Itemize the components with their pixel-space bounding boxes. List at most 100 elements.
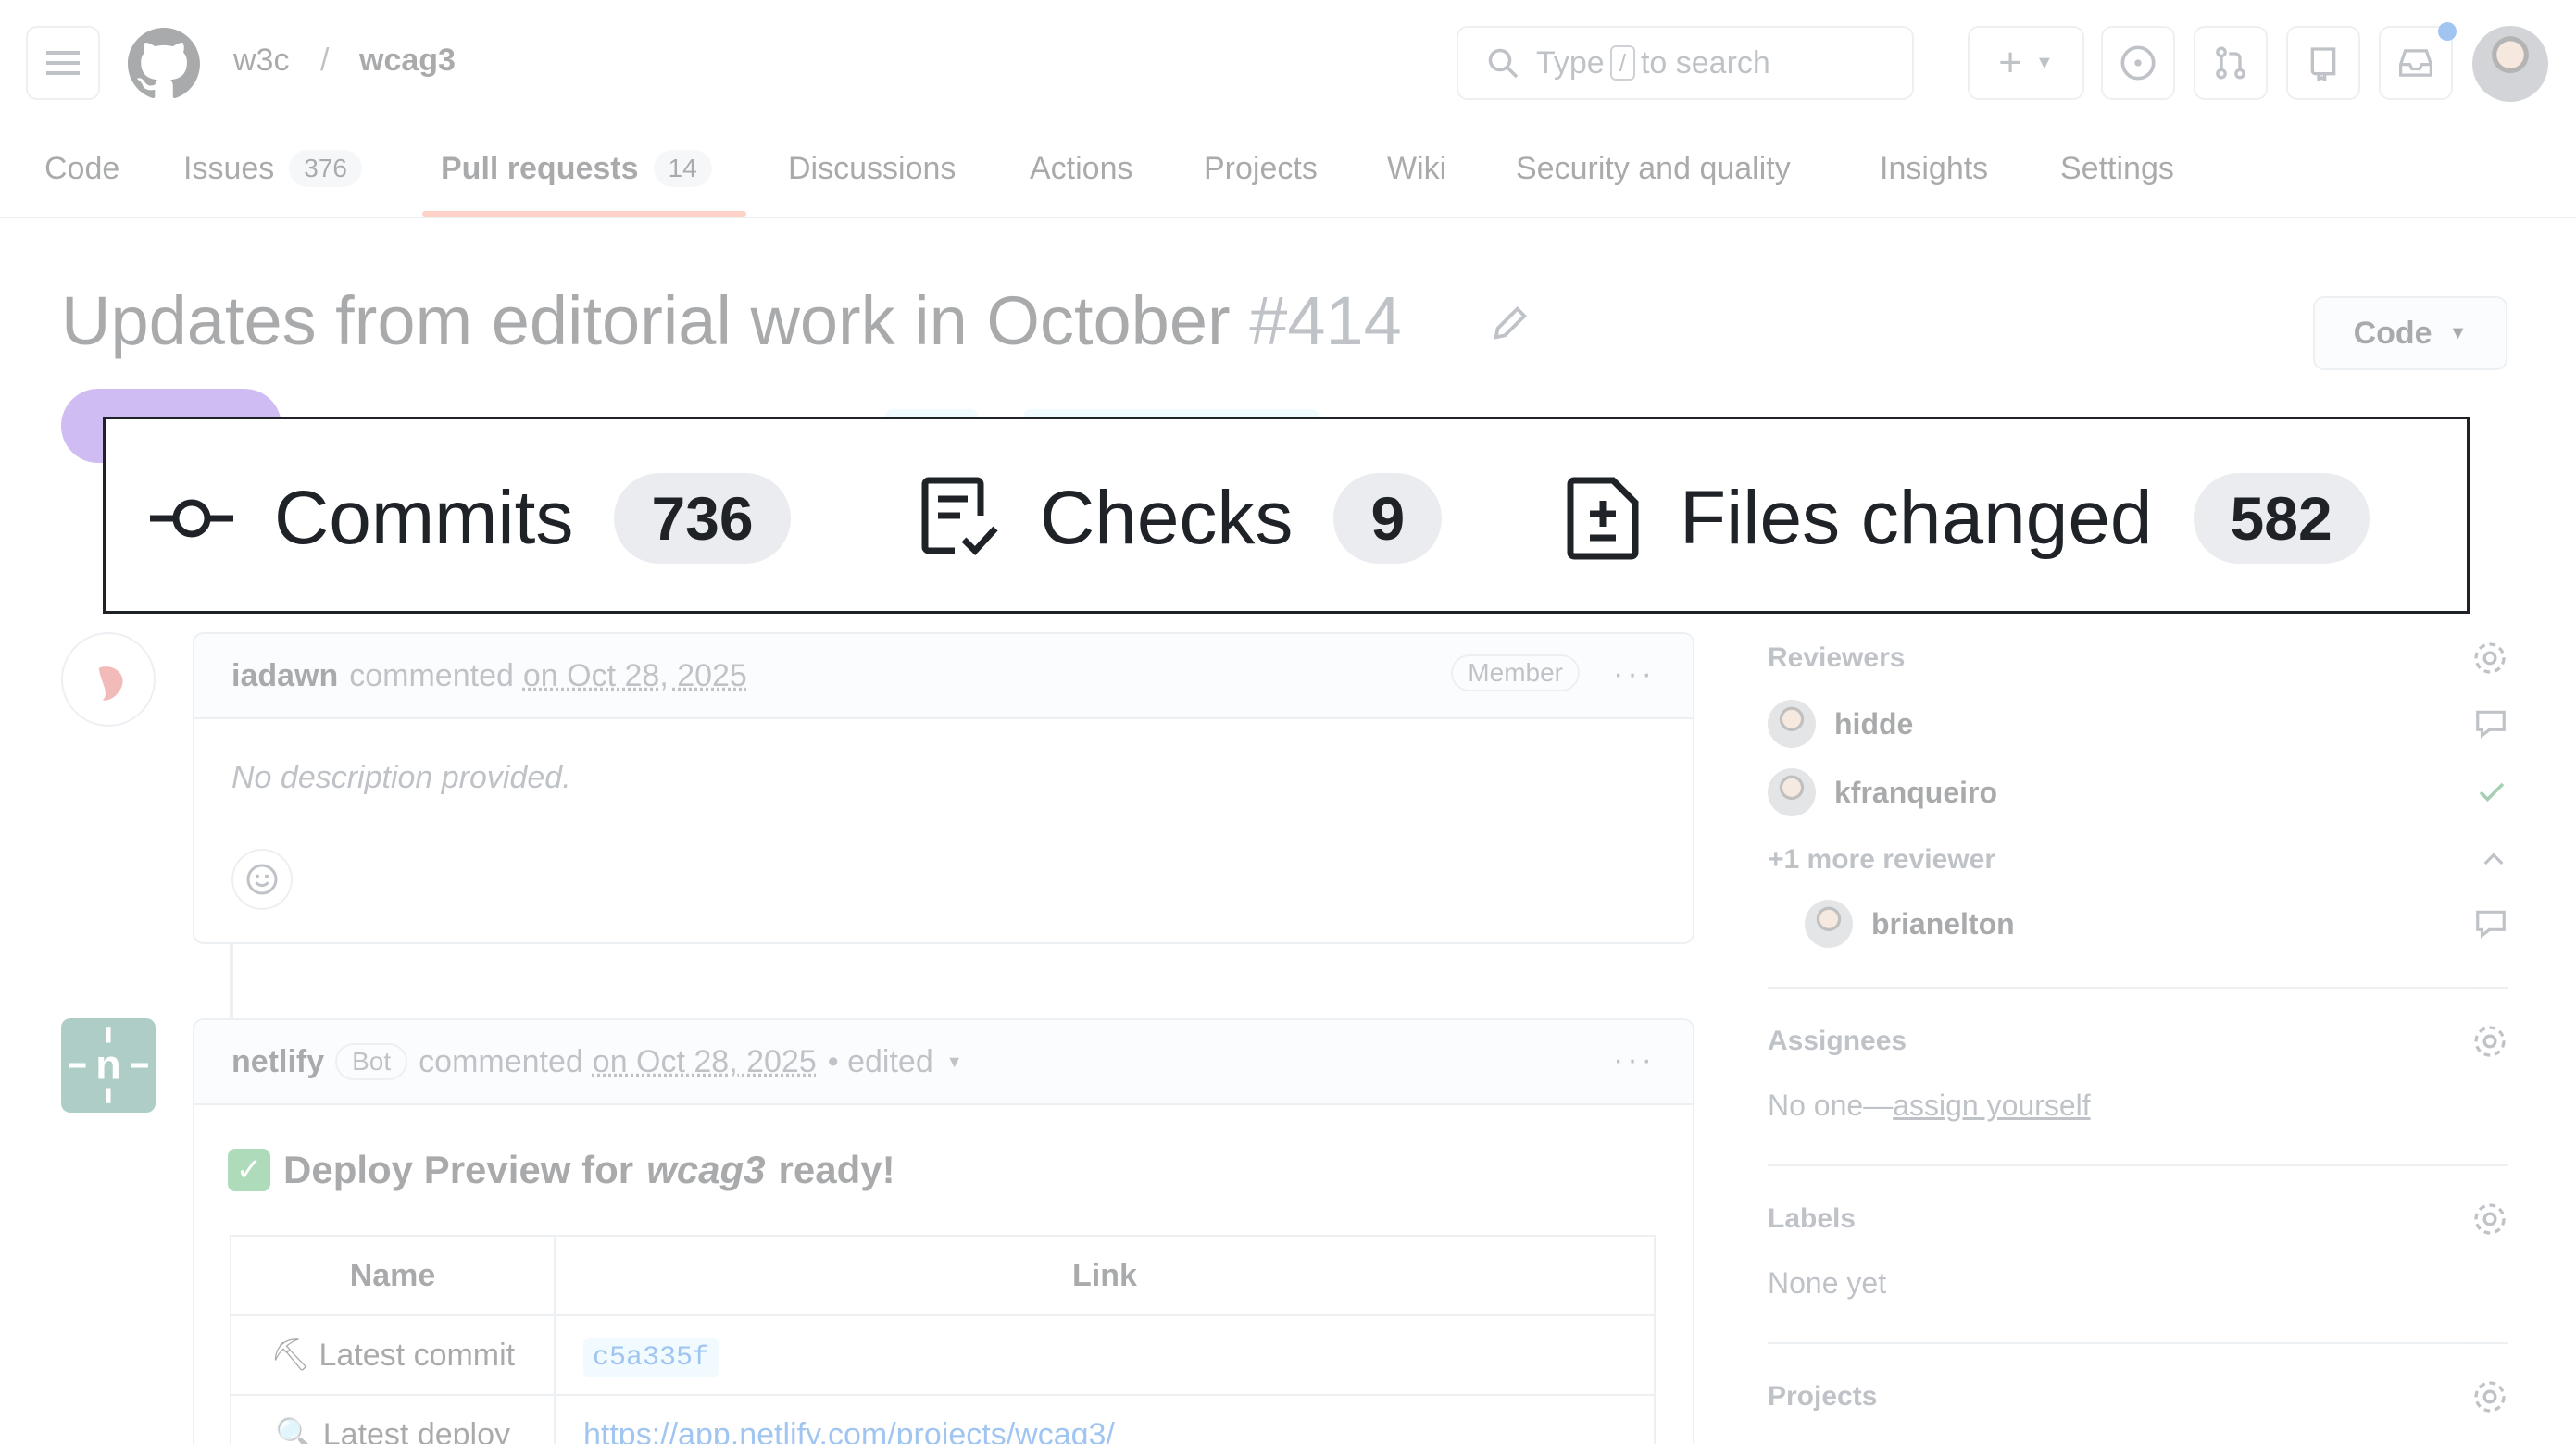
netlify-avatar[interactable]: n bbox=[61, 1018, 156, 1113]
checks-label: Checks bbox=[1040, 475, 1294, 560]
search-placeholder-suffix: to search bbox=[1640, 44, 1770, 81]
iadawn-avatar[interactable] bbox=[61, 632, 156, 727]
table-cell: c5a335f bbox=[554, 1314, 1656, 1396]
hamburger-menu-button[interactable] bbox=[26, 26, 100, 100]
pull-requests-button[interactable] bbox=[2194, 26, 2268, 100]
owner-link[interactable]: w3c bbox=[233, 43, 289, 79]
reviewer-row[interactable]: brianelton bbox=[1768, 900, 2508, 948]
pencil-icon[interactable] bbox=[1489, 302, 1532, 344]
reviewer-row[interactable]: hidde bbox=[1768, 700, 2508, 748]
tab-pull-requests[interactable]: Pull requests 14 bbox=[441, 148, 712, 189]
commits-tab[interactable]: Commits 736 bbox=[150, 419, 791, 616]
deploy-url-link[interactable]: https://app.netlify.com/projects/wcag3/ bbox=[583, 1417, 1115, 1444]
git-commit-icon bbox=[150, 499, 233, 537]
table-header: Link bbox=[554, 1235, 1656, 1316]
reviewer-name[interactable]: kfranqueiro bbox=[1834, 776, 1997, 810]
comment-date-link[interactable]: on Oct 28, 2025 bbox=[593, 1044, 817, 1080]
tab-label: Wiki bbox=[1387, 150, 1447, 186]
assign-yourself-link[interactable]: assign yourself bbox=[1893, 1089, 2090, 1123]
table-row: 🔍 Latest deploy https://app.netlify.com/… bbox=[230, 1394, 1656, 1444]
tab-label: Projects bbox=[1204, 150, 1318, 186]
issues-button[interactable] bbox=[2101, 26, 2175, 100]
reviewer-row[interactable]: kfranqueiro bbox=[1768, 768, 2508, 816]
assignees-value: No one— assign yourself bbox=[1768, 1089, 2508, 1123]
tab-issues[interactable]: Issues 376 bbox=[183, 148, 362, 189]
comment-icon bbox=[2476, 910, 2506, 939]
notification-indicator bbox=[2438, 22, 2457, 41]
kebab-menu-icon[interactable]: ··· bbox=[1613, 1042, 1656, 1078]
global-header: w3c / wcag3 Type / to search + ▼ bbox=[0, 0, 2576, 130]
comment-author[interactable]: iadawn bbox=[231, 658, 338, 694]
create-new-button[interactable]: + ▼ bbox=[1968, 26, 2084, 100]
repo-link[interactable]: wcag3 bbox=[359, 43, 456, 79]
assignees-section-header: Assignees bbox=[1768, 1026, 2508, 1057]
gear-icon[interactable] bbox=[2471, 1201, 2508, 1238]
deploy-title-post: ready! bbox=[778, 1148, 895, 1191]
commit-sha-link[interactable]: c5a335f bbox=[583, 1338, 719, 1377]
comment-author[interactable]: netlify bbox=[231, 1044, 324, 1080]
checks-counter: 9 bbox=[1333, 472, 1443, 564]
reviewer-name[interactable]: hidde bbox=[1834, 707, 1913, 741]
comment-header: netlify Bot commented on Oct 28, 2025 • … bbox=[194, 1020, 1693, 1105]
tab-label: Code bbox=[44, 150, 120, 186]
labels-value: None yet bbox=[1768, 1266, 1887, 1300]
commits-label: Commits bbox=[274, 475, 574, 560]
gear-icon[interactable] bbox=[2471, 1023, 2508, 1060]
page-title: Updates from editorial work in October #… bbox=[61, 281, 1402, 360]
search-icon bbox=[1488, 48, 1519, 79]
labels-section-header: Labels bbox=[1768, 1203, 2508, 1235]
checklist-icon bbox=[921, 477, 998, 555]
row-name: Latest deploy bbox=[322, 1417, 511, 1444]
reviewers-section-header: Reviewers bbox=[1768, 642, 2508, 674]
repo-icon bbox=[2310, 47, 2336, 81]
github-logo-icon[interactable] bbox=[128, 28, 200, 100]
labels-heading: Labels bbox=[1768, 1203, 1857, 1234]
files-changed-tab[interactable]: Files changed 582 bbox=[1567, 419, 2370, 616]
comment-card: iadawn commented on Oct 28, 2025 Member … bbox=[193, 632, 1694, 944]
commits-counter: 736 bbox=[614, 472, 791, 564]
edited-menu[interactable]: • edited bbox=[828, 1044, 933, 1080]
tab-discussions[interactable]: Discussions bbox=[788, 148, 956, 189]
comment-date-link[interactable]: on Oct 28, 2025 bbox=[523, 658, 747, 694]
files-changed-label: Files changed bbox=[1680, 475, 2153, 560]
user-avatar[interactable] bbox=[2472, 26, 2548, 102]
code-button[interactable]: Code ▼ bbox=[2313, 296, 2507, 370]
gear-icon[interactable] bbox=[2471, 640, 2508, 677]
tab-settings[interactable]: Settings bbox=[2060, 148, 2174, 189]
chevron-up-icon bbox=[2483, 853, 2504, 865]
comment-action: commented bbox=[349, 657, 514, 693]
repositories-button[interactable] bbox=[2286, 26, 2360, 100]
repo-nav: Code Issues 376 Pull requests 14 Discussio… bbox=[0, 130, 2576, 218]
more-reviewers-toggle[interactable]: +1 more reviewer bbox=[1768, 844, 2508, 876]
chevron-down-icon: ▼ bbox=[945, 1052, 963, 1071]
table-cell: ⛏ Latest commit bbox=[230, 1314, 556, 1396]
tab-wiki[interactable]: Wiki bbox=[1387, 148, 1446, 189]
deploy-table: Name Link ⛏ Latest commit c5a335f 🔍 Late… bbox=[230, 1235, 1656, 1444]
bot-badge: Bot bbox=[335, 1043, 408, 1080]
tab-label: Actions bbox=[1030, 150, 1133, 186]
reviewer-avatar bbox=[1768, 700, 1816, 748]
reviewer-name[interactable]: brianelton bbox=[1871, 907, 2015, 941]
reviewer-avatar bbox=[1768, 768, 1816, 816]
netlify-logo-icon: n bbox=[69, 1027, 148, 1103]
add-reaction-button[interactable] bbox=[231, 849, 293, 910]
pull-requests-counter: 14 bbox=[653, 150, 712, 187]
gear-icon[interactable] bbox=[2471, 1378, 2508, 1415]
search-input[interactable]: Type / to search bbox=[1457, 26, 1914, 100]
table-header-row: Name Link bbox=[230, 1235, 1656, 1316]
tab-actions[interactable]: Actions bbox=[1030, 148, 1133, 189]
tab-insights[interactable]: Insights bbox=[1880, 148, 1988, 189]
file-diff-icon bbox=[1567, 477, 1639, 559]
reviewers-heading: Reviewers bbox=[1768, 642, 1906, 673]
menu-icon bbox=[46, 51, 80, 75]
hammer-icon: ⛏ bbox=[269, 1338, 319, 1373]
deploy-title-repo: wcag3 bbox=[646, 1148, 766, 1191]
tab-security-and-quality[interactable]: Security and quality bbox=[1516, 148, 1791, 189]
tab-projects[interactable]: Projects bbox=[1204, 148, 1318, 189]
kebab-menu-icon[interactable]: ··· bbox=[1613, 656, 1656, 692]
checks-tab[interactable]: Checks 9 bbox=[921, 419, 1443, 616]
tab-code[interactable]: Code bbox=[44, 148, 119, 189]
search-shortcut-key: / bbox=[1609, 45, 1635, 81]
magnifier-icon: 🔍 bbox=[274, 1417, 323, 1444]
projects-heading: Projects bbox=[1768, 1381, 1878, 1412]
